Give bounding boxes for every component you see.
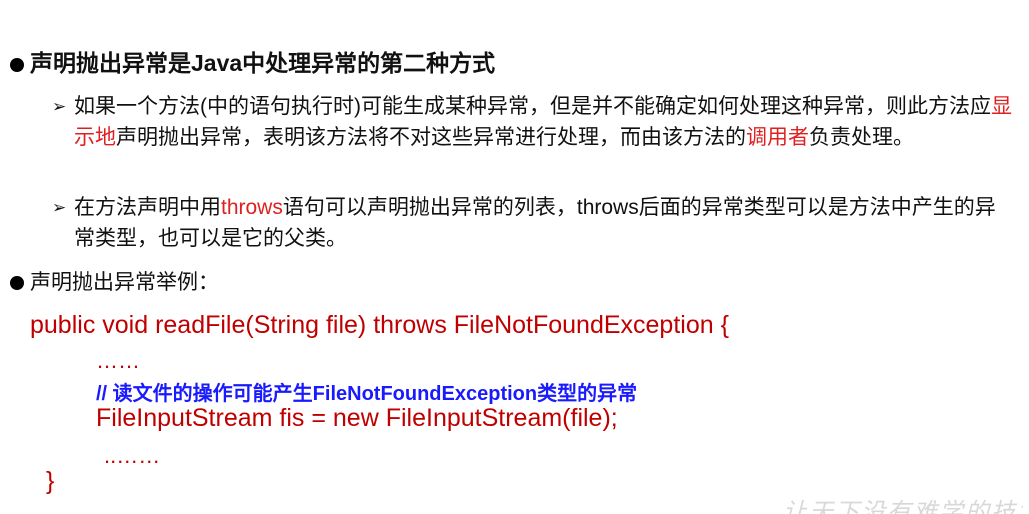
highlight-throws: throws <box>221 196 283 219</box>
heading-bullet-2: 声明抛出异常举例： <box>10 266 219 296</box>
sub-point-1: ➢ 如果一个方法(中的语句执行时)可能生成某种异常，但是并不能确定如何处理这种异… <box>52 91 1012 153</box>
heading-bullet-1: 声明抛出异常是Java中处理异常的第二种方式 <box>10 44 495 78</box>
slide: 声明抛出异常是Java中处理异常的第二种方式 ➢ 如果一个方法(中的语句执行时)… <box>0 0 1029 514</box>
arrow-bullet-icon: ➢ <box>52 198 67 217</box>
sub-point-1-part3: 负责处理。 <box>809 126 914 149</box>
code-ellipsis-1: …… <box>96 348 140 373</box>
sub-point-2-part1: 在方法声明中用 <box>74 196 221 219</box>
heading-1: 声明抛出异常是Java中处理异常的第二种方式 <box>30 50 496 76</box>
code-method-signature: public void readFile(String file) throws… <box>30 311 729 339</box>
code-closing-brace: } <box>46 467 55 495</box>
sub-point-2: ➢ 在方法声明中用throws语句可以声明抛出异常的列表，throws后面的异常… <box>52 192 1012 254</box>
bullet-dot-icon <box>10 276 24 290</box>
sub-point-2-text: 在方法声明中用throws语句可以声明抛出异常的列表，throws后面的异常类型… <box>74 192 1012 254</box>
arrow-bullet-icon: ➢ <box>52 97 67 116</box>
code-statement: FileInputStream fis = new FileInputStrea… <box>96 404 618 432</box>
sub-point-1-part2: 声明抛出异常，表明该方法将不对这些异常进行处理，而由该方法的 <box>116 126 746 149</box>
highlight-caller: 调用者 <box>746 126 809 149</box>
heading-2: 声明抛出异常举例： <box>30 271 219 294</box>
sub-point-1-text: 如果一个方法(中的语句执行时)可能生成某种异常，但是并不能确定如何处理这种异常，… <box>74 91 1012 153</box>
watermark: 让天下没有难学的技术 <box>783 498 1023 514</box>
code-comment: // 读文件的操作可能产生FileNotFoundException类型的异常 <box>96 383 638 405</box>
code-ellipsis-2: ..…… <box>104 443 161 468</box>
sub-point-1-part1: 如果一个方法(中的语句执行时)可能生成某种异常，但是并不能确定如何处理这种异常，… <box>74 95 991 118</box>
bullet-dot-icon <box>10 58 24 72</box>
